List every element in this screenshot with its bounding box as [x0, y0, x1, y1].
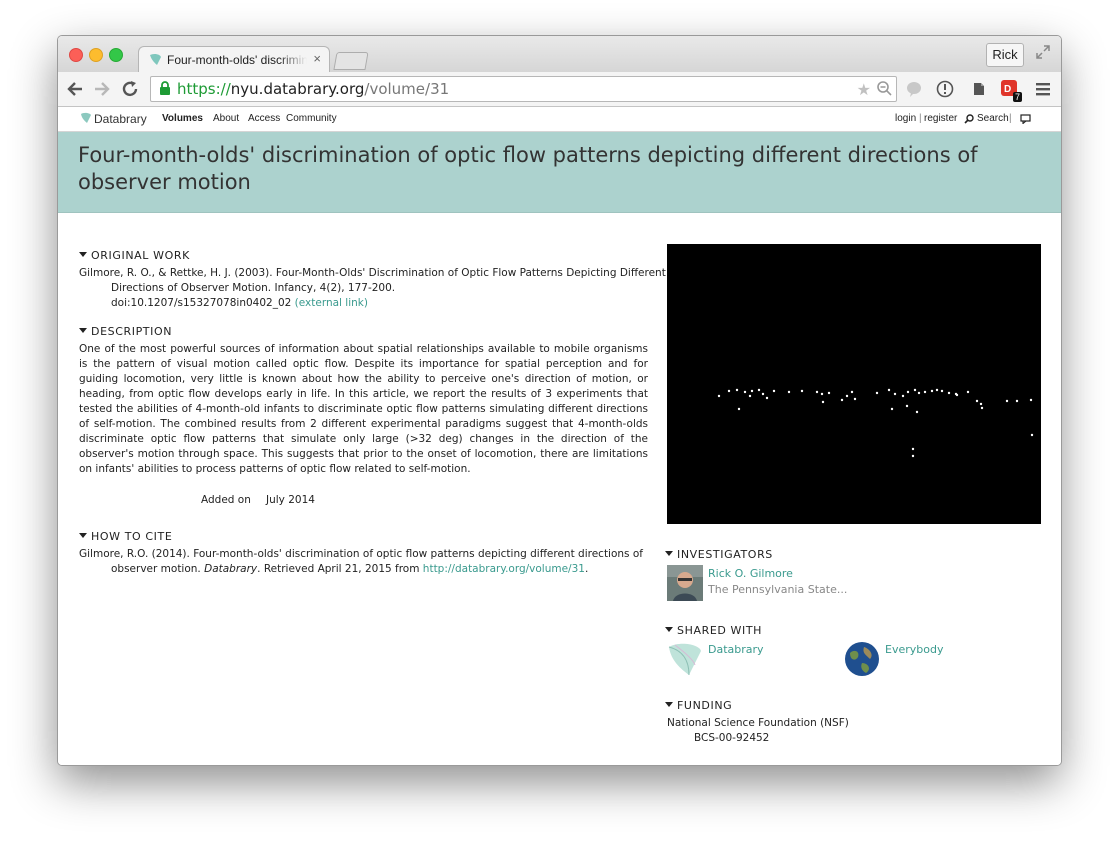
citation-text: Gilmore, R.O. (2014). Four-month-olds' d… — [79, 548, 643, 575]
address-bar[interactable]: https://nyu.databrary.org/volume/31 ★ — [150, 76, 897, 102]
investigator-affiliation: The Pennsylvania State... — [708, 583, 848, 596]
zoom-icon[interactable] — [876, 80, 892, 96]
databrary-share-icon — [668, 643, 701, 676]
menu-icon[interactable] — [1034, 80, 1052, 98]
tab-close-icon[interactable]: × — [313, 51, 321, 66]
nav-about[interactable]: About — [213, 113, 239, 124]
svg-text:D: D — [1004, 84, 1011, 95]
award-number: BCS-00-92452 — [694, 732, 770, 744]
nav-search-separator: | — [1009, 113, 1012, 124]
investigator-name[interactable]: Rick O. Gilmore — [708, 567, 793, 580]
page-content: Databrary Volumes About Access Community… — [58, 107, 1061, 765]
nav-community[interactable]: Community — [286, 113, 337, 124]
added-on-date: July 2014 — [266, 494, 315, 506]
collapse-triangle-icon — [665, 702, 673, 707]
nav-separator: | — [919, 113, 922, 124]
forward-icon[interactable] — [93, 80, 111, 98]
shared-databrary-link[interactable]: Databrary — [708, 643, 764, 656]
browser-toolbar: https://nyu.databrary.org/volume/31 ★ D … — [58, 72, 1061, 107]
tab-title: Four-month-olds' discrimination of optic… — [167, 53, 307, 67]
original-work-citation: Gilmore, R. O., & Rettke, H. J. (2003). … — [79, 267, 666, 309]
volume-banner: Four-month-olds' discrimination of optic… — [58, 132, 1061, 213]
minimize-window-button[interactable] — [89, 48, 103, 62]
bookmark-star-icon[interactable]: ★ — [857, 80, 871, 100]
back-icon[interactable] — [66, 80, 84, 98]
shared-everybody-link[interactable]: Everybody — [885, 643, 943, 656]
funder-name: National Science Foundation (NSF) — [667, 717, 849, 729]
collapse-triangle-icon — [79, 252, 87, 257]
nav-register[interactable]: register — [924, 113, 957, 124]
description-heading[interactable]: DESCRIPTION — [79, 325, 172, 338]
extension-speech-icon[interactable] — [905, 80, 923, 98]
reload-icon[interactable] — [121, 80, 139, 98]
fullscreen-icon[interactable] — [1035, 44, 1051, 60]
how-to-cite-heading[interactable]: HOW TO CITE — [79, 530, 172, 543]
brand-link[interactable]: Databrary — [94, 112, 147, 126]
doi-text: doi:10.1207/s15327078in0402_02 — [111, 297, 292, 309]
globe-icon — [845, 642, 879, 676]
evernote-icon[interactable] — [970, 80, 988, 98]
close-window-button[interactable] — [69, 48, 83, 62]
nav-login[interactable]: login — [895, 113, 916, 124]
original-work-heading[interactable]: ORIGINAL WORK — [79, 249, 190, 262]
lock-icon — [160, 81, 170, 95]
site-nav: Databrary Volumes About Access Community… — [58, 107, 1061, 132]
description-text: One of the most powerful sources of info… — [79, 343, 648, 475]
databrary-logo-icon[interactable] — [80, 112, 92, 124]
external-link[interactable]: (external link) — [295, 297, 368, 309]
optic-flow-dots-image — [717, 388, 1034, 458]
nav-access[interactable]: Access — [248, 113, 280, 124]
video-player[interactable] — [667, 244, 1041, 524]
tab-strip: Four-month-olds' discrimination of optic… — [58, 36, 1061, 73]
funding-heading[interactable]: FUNDING — [665, 699, 732, 712]
added-on-label: Added on — [201, 494, 251, 506]
zoom-window-button[interactable] — [109, 48, 123, 62]
investigators-heading[interactable]: INVESTIGATORS — [665, 548, 773, 561]
feedback-icon[interactable] — [1020, 114, 1031, 124]
collapse-triangle-icon — [79, 533, 87, 538]
volume-title: Four-month-olds' discrimination of optic… — [78, 143, 978, 194]
collapse-triangle-icon — [665, 627, 673, 632]
profile-button[interactable]: Rick — [986, 43, 1024, 67]
collapse-triangle-icon — [79, 328, 87, 333]
search-icon[interactable] — [964, 114, 974, 124]
extension-info-icon[interactable] — [936, 80, 954, 98]
browser-window: Four-month-olds' discrimination of optic… — [57, 35, 1062, 766]
url-text: https://nyu.databrary.org/volume/31 — [177, 80, 450, 98]
shared-with-heading[interactable]: SHARED WITH — [665, 624, 762, 637]
extension-badge-count: 7 — [1013, 92, 1023, 102]
investigator-avatar[interactable] — [667, 565, 703, 601]
citation-link[interactable]: http://databrary.org/volume/31 — [423, 563, 585, 575]
nav-volumes[interactable]: Volumes — [162, 113, 203, 124]
databrary-favicon-icon — [150, 53, 161, 65]
new-tab-button[interactable] — [333, 52, 369, 70]
tab-active[interactable]: Four-month-olds' discrimination of optic… — [138, 46, 330, 73]
collapse-triangle-icon — [665, 551, 673, 556]
nav-search[interactable]: Search — [977, 113, 1009, 124]
